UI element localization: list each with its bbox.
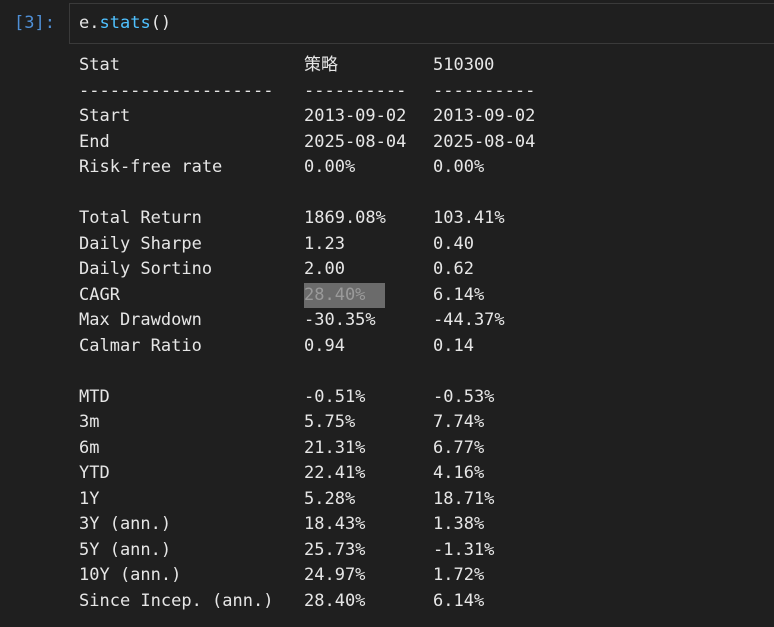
stat-label: 3Y (ann.) xyxy=(79,514,172,534)
table-row: 10Y (ann.) 24.97% 1.72% xyxy=(79,563,484,589)
code-dot: . xyxy=(89,13,100,33)
benchmark-value: 2013-09-02 xyxy=(433,106,536,126)
strategy-value: 24.97% xyxy=(304,565,366,585)
stat-label: Start xyxy=(79,106,131,126)
strategy-value: 5.28% xyxy=(304,488,356,509)
strategy-value: 2025-08-04 xyxy=(304,131,407,152)
table-row: Since Incep. (ann.) 28.40% 6.14% xyxy=(79,589,484,615)
table-row: YTD 22.41% 4.16% xyxy=(79,461,484,487)
stat-label: MTD xyxy=(79,386,110,407)
header-stat: Stat xyxy=(79,55,120,75)
stats-header-row: Stat 策略 510300 xyxy=(79,53,494,79)
table-row: Risk-free rate 0.00% 0.00% xyxy=(79,155,484,181)
stat-label: 3m xyxy=(79,412,100,432)
table-row: End 2025-08-04 2025-08-04 xyxy=(79,130,535,156)
table-row: 1Y 5.28% 18.71% xyxy=(79,487,494,513)
benchmark-value: 6.14% xyxy=(433,284,485,305)
stat-label: End xyxy=(79,131,110,152)
strategy-value: -0.51% xyxy=(304,386,366,407)
stat-label: Risk-free rate xyxy=(79,157,223,177)
benchmark-value: 1.72% xyxy=(433,565,485,585)
table-row xyxy=(79,181,120,207)
benchmark-value: 1.38% xyxy=(433,514,485,534)
stat-label: 5Y (ann.) xyxy=(79,539,172,560)
table-row: 3Y (ann.) 18.43% 1.38% xyxy=(79,512,484,538)
strategy-value: 22.41% xyxy=(304,463,366,483)
stat-label: Max Drawdown xyxy=(79,310,202,330)
stat-label: Since Incep. (ann.) xyxy=(79,590,274,611)
benchmark-value: -1.31% xyxy=(433,539,495,560)
separator-strategy: ---------- xyxy=(304,80,407,101)
strategy-value: -30.35% xyxy=(304,310,376,330)
table-row: 3m 5.75% 7.74% xyxy=(79,410,484,436)
code-cell-input[interactable]: e.stats() xyxy=(69,3,774,44)
strategy-value: 25.73% xyxy=(304,539,366,560)
stat-label: Calmar Ratio xyxy=(79,335,202,356)
strategy-value: 28.40% xyxy=(304,590,366,611)
table-row: Max Drawdown -30.35% -44.37% xyxy=(79,308,505,334)
benchmark-value: 2025-08-04 xyxy=(433,131,536,152)
strategy-value: 18.43% xyxy=(304,514,366,534)
benchmark-value: 7.74% xyxy=(433,412,485,432)
benchmark-value: -44.37% xyxy=(433,310,505,330)
stat-label: Total Return xyxy=(79,208,202,228)
code-object: e xyxy=(79,13,90,33)
separator-benchmark: ---------- xyxy=(433,80,536,101)
header-benchmark: 510300 xyxy=(433,55,495,75)
strategy-value: 0.00% xyxy=(304,157,356,177)
table-row: Daily Sortino 2.00 0.62 xyxy=(79,257,474,283)
strategy-value: 2013-09-02 xyxy=(304,106,407,126)
strategy-value: 5.75% xyxy=(304,412,356,432)
strategy-value: 1869.08% xyxy=(304,208,386,228)
stat-label: Daily Sortino xyxy=(79,259,213,279)
benchmark-value: -0.53% xyxy=(433,386,495,407)
table-row: 6m 21.31% 6.77% xyxy=(79,436,484,462)
strategy-value: 2.00 xyxy=(304,259,345,279)
stat-label: 10Y (ann.) xyxy=(79,565,182,585)
cell-prompt: [3]: xyxy=(14,13,55,33)
code-line[interactable]: e.stats() xyxy=(79,11,171,35)
benchmark-value: 0.62 xyxy=(433,259,474,279)
code-function: stats xyxy=(99,13,151,33)
table-row: CAGR 28.40% 6.14% xyxy=(79,282,484,308)
strategy-value: 1.23 xyxy=(304,233,345,254)
benchmark-value: 0.40 xyxy=(433,233,474,254)
benchmark-value: 4.16% xyxy=(433,463,485,483)
header-strategy: 策略 xyxy=(304,55,338,75)
table-row: MTD -0.51% -0.53% xyxy=(79,385,494,411)
benchmark-value: 103.41% xyxy=(433,208,505,228)
benchmark-value: 18.71% xyxy=(433,488,495,509)
table-row: Calmar Ratio 0.94 0.14 xyxy=(79,334,474,360)
stat-label: Daily Sharpe xyxy=(79,233,202,254)
strategy-value: 21.31% xyxy=(304,437,366,458)
benchmark-value: 6.77% xyxy=(433,437,485,458)
code-parens: () xyxy=(150,13,172,33)
stat-label: 6m xyxy=(79,437,100,458)
table-row: Start 2013-09-02 2013-09-02 xyxy=(79,104,535,130)
selected-cagr-value[interactable]: 28.40% xyxy=(304,282,386,308)
table-row: Daily Sharpe 1.23 0.40 xyxy=(79,232,474,258)
stat-label: 1Y xyxy=(79,488,100,509)
table-row xyxy=(79,359,120,385)
table-row: Total Return 1869.08% 103.41% xyxy=(79,206,505,232)
strategy-value: 0.94 xyxy=(304,335,345,356)
benchmark-value: 0.00% xyxy=(433,157,485,177)
stats-separator-row: ------------------- ---------- ---------… xyxy=(79,79,535,105)
benchmark-value: 0.14 xyxy=(433,335,474,356)
stat-label: YTD xyxy=(79,463,110,483)
cell-output: Stat 策略 510300 ------------------- -----… xyxy=(79,53,535,615)
separator-stat: ------------------- xyxy=(79,80,274,101)
stat-label: CAGR xyxy=(79,284,120,305)
table-row: 5Y (ann.) 25.73% -1.31% xyxy=(79,538,494,564)
benchmark-value: 6.14% xyxy=(433,590,485,611)
